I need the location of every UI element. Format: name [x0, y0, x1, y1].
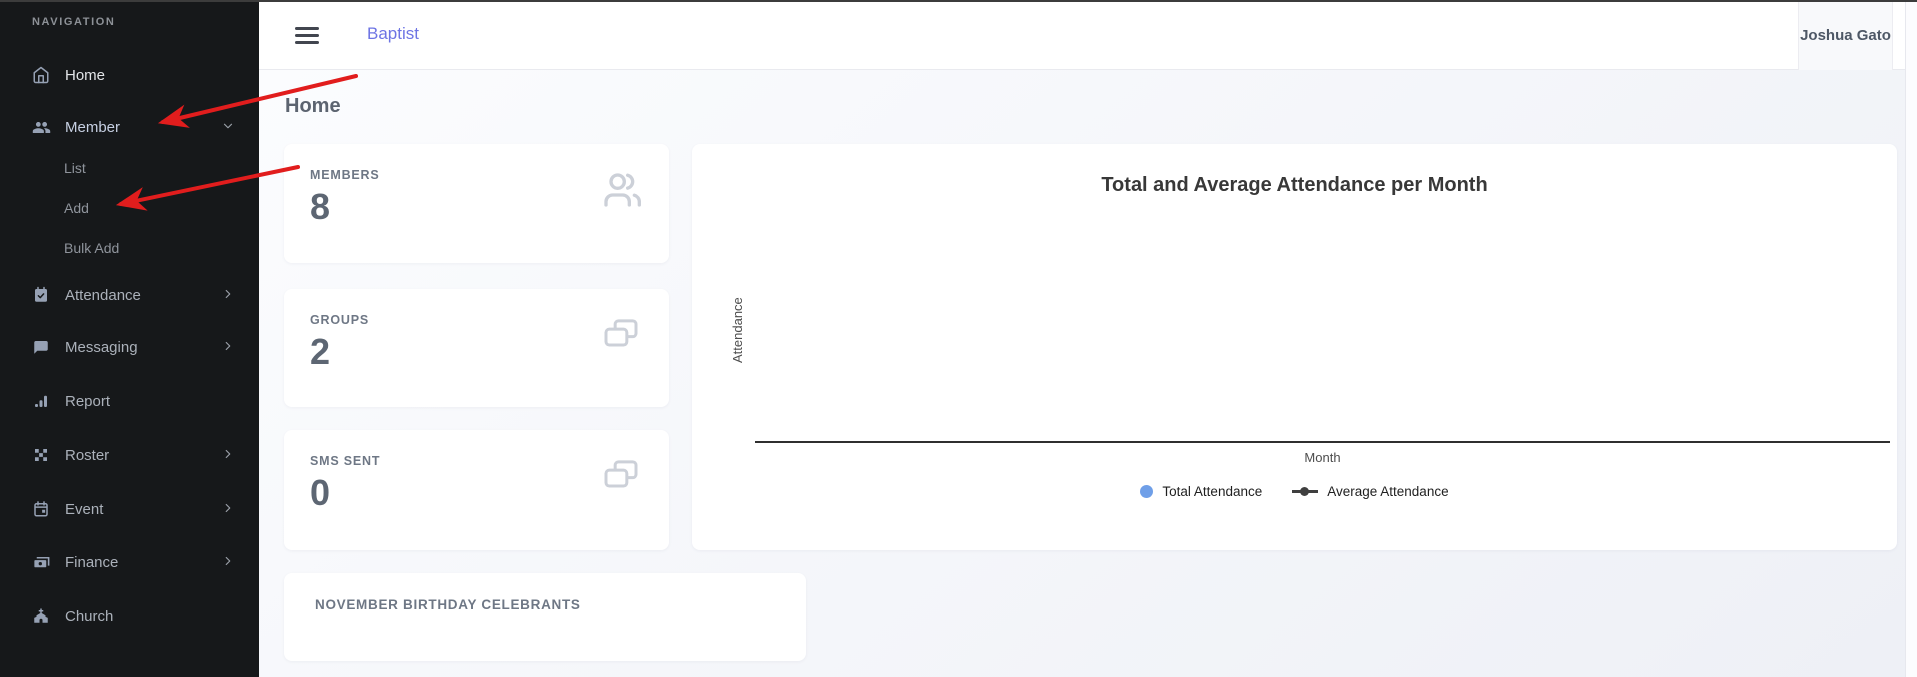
chevron-right-icon	[221, 554, 235, 568]
legend-label: Total Attendance	[1162, 484, 1262, 499]
chevron-right-icon	[221, 287, 235, 301]
stat-label: SMS SENT	[310, 454, 380, 468]
sidebar-subitem-list[interactable]: List	[64, 156, 86, 180]
sidebar-heading: NAVIGATION	[32, 16, 115, 28]
sidebar-subitem-label: Bulk Add	[64, 240, 119, 256]
main-content: Home MEMBERS 8 GROUPS 2 SMS SENT 0 Total…	[259, 70, 1905, 677]
chart-legend: Total Attendance Average Attendance	[692, 484, 1897, 499]
user-menu[interactable]: Joshua Gato	[1798, 0, 1893, 70]
sidebar-item-messaging[interactable]: Messaging	[0, 329, 259, 365]
users-outline-icon	[601, 170, 641, 210]
user-name: Joshua Gato	[1800, 27, 1891, 44]
chart-y-axis-label: Attendance	[730, 264, 745, 396]
chart-x-axis	[755, 441, 1890, 443]
stat-value: 8	[310, 186, 330, 228]
sidebar-item-label: Finance	[65, 554, 118, 571]
legend-item-total-attendance: Total Attendance	[1140, 484, 1262, 499]
sidebar-subitem-add[interactable]: Add	[64, 196, 89, 220]
sidebar-item-home[interactable]: Home	[0, 57, 259, 93]
sidebar-item-roster[interactable]: Roster	[0, 437, 259, 473]
calendar-check-icon	[30, 285, 52, 305]
calendar-icon	[30, 499, 52, 519]
legend-item-average-attendance: Average Attendance	[1292, 484, 1448, 499]
menu-toggle-button[interactable]	[295, 27, 319, 44]
sidebar-item-label: Member	[65, 119, 120, 136]
sidebar-item-finance[interactable]: Finance	[0, 544, 259, 580]
users-icon	[30, 117, 52, 137]
brand-link[interactable]: Baptist	[367, 24, 419, 44]
sidebar-item-label: Event	[65, 501, 103, 518]
sidebar-item-label: Home	[65, 67, 105, 84]
sidebar-item-event[interactable]: Event	[0, 491, 259, 527]
sidebar-subitem-label: Add	[64, 200, 89, 216]
sidebar-item-member[interactable]: Member	[0, 109, 259, 145]
page-title: Home	[285, 95, 341, 118]
window-top-edge	[0, 0, 1917, 2]
church-icon	[30, 606, 52, 626]
legend-line-dot-marker	[1292, 485, 1318, 498]
sidebar-item-label: Roster	[65, 447, 109, 464]
chevron-right-icon	[221, 339, 235, 353]
sms-sent-stat-card: SMS SENT 0	[284, 430, 669, 550]
chevron-down-icon	[221, 119, 235, 133]
stat-label: GROUPS	[310, 313, 369, 327]
chart-x-axis-label: Month	[755, 450, 1890, 465]
birthday-card-title: NOVEMBER BIRTHDAY CELEBRANTS	[315, 597, 581, 612]
sidebar-item-label: Church	[65, 608, 113, 625]
chart-title: Total and Average Attendance per Month	[692, 174, 1897, 197]
sidebar-item-report[interactable]: Report	[0, 383, 259, 419]
stack-icon	[601, 315, 641, 355]
money-icon	[30, 552, 52, 572]
stat-label: MEMBERS	[310, 168, 380, 182]
sidebar-subitem-bulk-add[interactable]: Bulk Add	[64, 236, 119, 260]
grid-icon	[30, 445, 52, 465]
sidebar-item-church[interactable]: Church	[0, 598, 259, 634]
stat-value: 2	[310, 331, 330, 373]
sidebar: NAVIGATION Home Member List Add Bulk Add…	[0, 0, 259, 677]
sidebar-item-label: Report	[65, 393, 110, 410]
bar-chart-icon	[30, 391, 52, 411]
sidebar-item-label: Messaging	[65, 339, 138, 356]
chat-icon	[30, 337, 52, 357]
legend-circle-marker	[1140, 485, 1153, 498]
top-bar: Baptist Joshua Gato	[259, 0, 1905, 70]
scrollbar[interactable]	[1905, 0, 1917, 677]
chevron-right-icon	[221, 501, 235, 515]
home-icon	[30, 65, 52, 85]
sidebar-subitem-label: List	[64, 160, 86, 176]
birthday-celebrants-card: NOVEMBER BIRTHDAY CELEBRANTS	[284, 573, 806, 661]
chevron-right-icon	[221, 447, 235, 461]
legend-label: Average Attendance	[1327, 484, 1448, 499]
stat-value: 0	[310, 472, 330, 514]
members-stat-card: MEMBERS 8	[284, 144, 669, 263]
groups-stat-card: GROUPS 2	[284, 289, 669, 407]
attendance-chart-card: Total and Average Attendance per Month A…	[692, 144, 1897, 550]
stack-icon	[601, 456, 641, 496]
sidebar-item-label: Attendance	[65, 287, 141, 304]
sidebar-item-attendance[interactable]: Attendance	[0, 277, 259, 313]
